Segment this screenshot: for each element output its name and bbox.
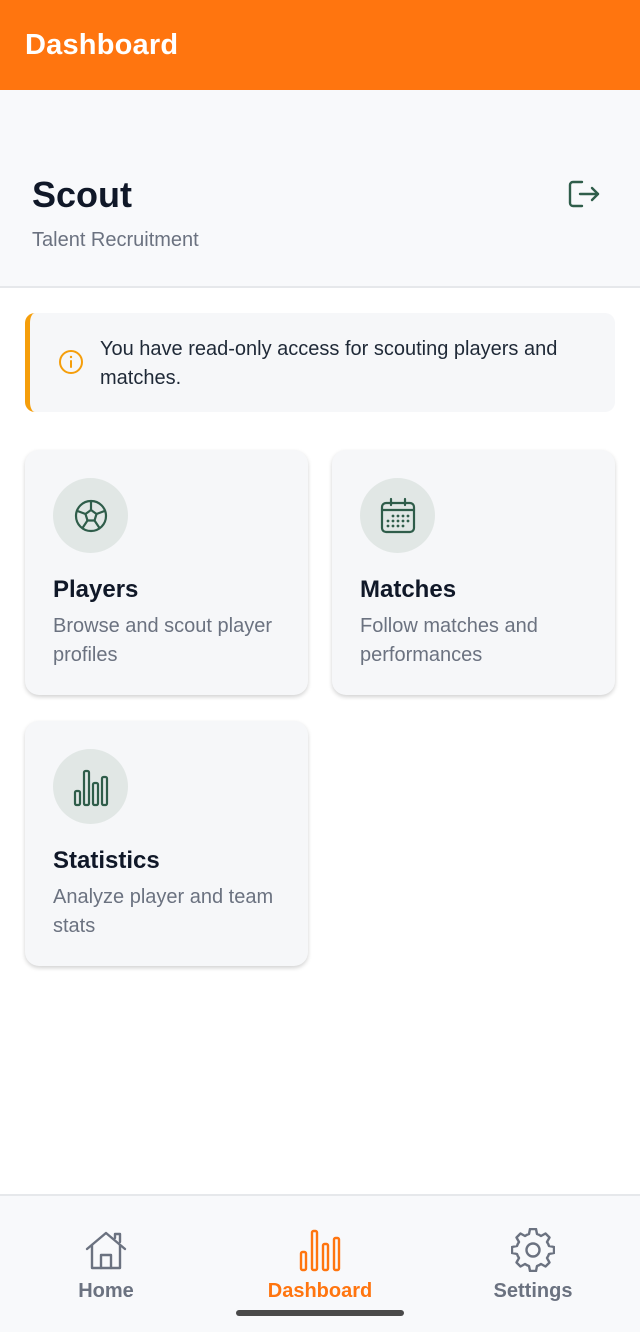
card-description: Analyze player and team stats xyxy=(53,886,274,937)
calendar-icon xyxy=(380,497,415,533)
card-description: Follow matches and performances xyxy=(360,615,538,666)
card-title: Statistics xyxy=(53,847,160,874)
notice-text: You have read-only access for scouting p… xyxy=(100,338,558,389)
card-title: Players xyxy=(53,576,139,603)
bar-chart-icon xyxy=(299,1229,341,1272)
home-icon xyxy=(85,1231,127,1270)
role-subtitle: Talent Recruitment xyxy=(32,229,199,251)
nav-dashboard[interactable]: Dashboard xyxy=(245,1226,395,1306)
gear-icon xyxy=(511,1228,555,1272)
logout-icon xyxy=(568,180,600,208)
role-title: Scout xyxy=(32,174,133,215)
nav-label: Dashboard xyxy=(267,1280,373,1302)
matches-card[interactable]: Matches Follow matches and performances xyxy=(332,450,615,695)
home-indicator xyxy=(236,1310,404,1316)
statistics-card[interactable]: Statistics Analyze player and team stats xyxy=(25,721,308,966)
card-description: Browse and scout player profiles xyxy=(53,615,273,666)
logout-button[interactable] xyxy=(562,172,606,216)
app-bar-title: Dashboard xyxy=(25,28,179,61)
nav-settings[interactable]: Settings xyxy=(458,1226,608,1306)
nav-label: Home xyxy=(78,1280,134,1302)
profile-header: Scout Talent Recruitment xyxy=(0,90,640,288)
card-title: Matches xyxy=(360,576,457,603)
players-card[interactable]: Players Browse and scout player profiles xyxy=(25,450,308,695)
soccer-ball-icon xyxy=(74,499,107,532)
app-bar: Dashboard xyxy=(0,0,640,90)
bar-chart-icon xyxy=(73,769,108,806)
read-only-notice: You have read-only access for scouting p… xyxy=(25,313,615,412)
nav-label: Settings xyxy=(493,1280,573,1302)
info-icon xyxy=(59,350,83,374)
nav-home[interactable]: Home xyxy=(31,1226,181,1306)
